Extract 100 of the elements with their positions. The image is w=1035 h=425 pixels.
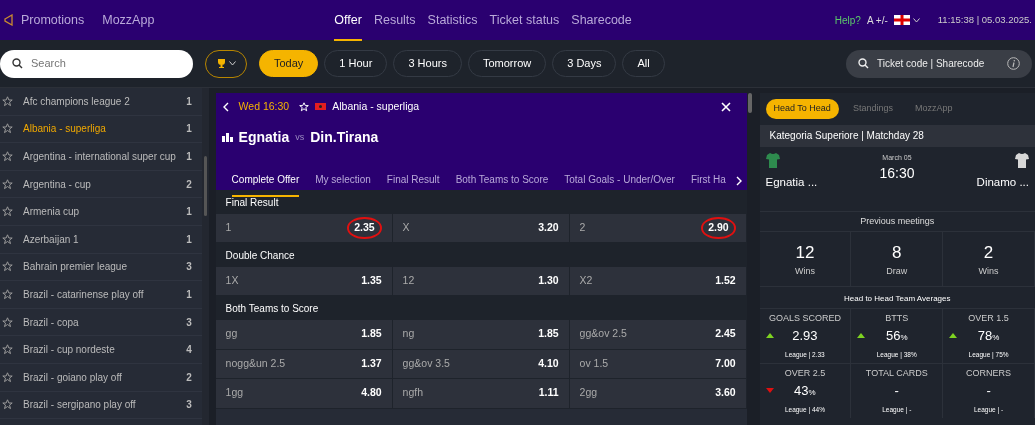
odds-button[interactable]: ngfh 1.11 — [392, 379, 570, 409]
date-time: 11:15:38 | 05.03.2025. — [937, 12, 1032, 27]
stat-title: OVER 1.5 — [968, 312, 1009, 325]
meeting-count: 8 — [892, 241, 902, 264]
kickoff-time: 16:30 — [879, 164, 915, 183]
league-item[interactable]: Brazil - sergipano play off 3 — [0, 391, 202, 420]
star-icon — [2, 261, 13, 273]
stat-title: CORNERS — [966, 367, 1012, 380]
star-icon — [2, 206, 13, 218]
stats-icon — [221, 132, 233, 142]
meeting-label: Wins — [978, 265, 999, 278]
star-icon — [299, 101, 310, 112]
odds-button[interactable]: gg&ov 3.5 4.10 — [392, 349, 570, 379]
odds-button[interactable]: nogg&un 2.5 1.37 — [215, 349, 393, 379]
league-item[interactable]: Argentina - international super cup 1 — [0, 143, 202, 171]
league-item[interactable]: Brazil - copa 3 — [0, 308, 202, 337]
ticket-code-field[interactable]: Ticket code | Sharecode — [875, 55, 995, 72]
competition-title: Kategoria Superiore | Matchday 28 — [759, 124, 1035, 147]
league-item[interactable]: Bahrain premier league 3 — [0, 253, 202, 282]
nav-tab[interactable]: Ticket status — [489, 0, 560, 42]
caret-icon — [912, 17, 920, 23]
nav-tab[interactable]: Statistics — [427, 0, 478, 42]
star-icon — [2, 316, 13, 328]
language-selector[interactable] — [893, 15, 920, 25]
odds-button[interactable]: 1gg 4.80 — [215, 379, 393, 409]
nav-tab[interactable]: Sharecode — [571, 0, 632, 42]
odds-button[interactable]: 2 2.90 — [569, 214, 747, 243]
stats-tab[interactable]: Head To Head — [765, 99, 839, 119]
vs-label: vs — [295, 130, 305, 144]
stat-value: 2.93 — [792, 326, 818, 345]
scrollbar-thumb[interactable] — [203, 156, 207, 216]
odds-button[interactable]: gg 1.85 — [215, 320, 393, 350]
stat-title: BTTS — [885, 312, 909, 325]
stat-value: 43% — [794, 381, 816, 400]
league-item[interactable]: Azerbaijan 1 1 — [0, 225, 202, 254]
flag-icon — [893, 15, 910, 25]
team-name: Dinamo ... — [976, 174, 1029, 190]
close-icon — [720, 101, 731, 112]
odds-button[interactable]: ng 1.85 — [392, 320, 570, 350]
jersey-icon — [765, 152, 780, 168]
stats-tab[interactable]: MozzApp — [906, 99, 961, 119]
meeting-label: Draw — [886, 265, 908, 278]
meeting-count: 12 — [795, 241, 815, 264]
star-icon — [2, 288, 13, 300]
away-team: Din.Tirana — [310, 127, 379, 147]
star-icon — [2, 344, 13, 356]
section-title: Head to Head Team Averages — [759, 286, 1035, 308]
star-icon — [2, 151, 13, 162]
star-icon — [2, 178, 13, 190]
section-title: Double Chance — [215, 243, 747, 267]
stat-value: 78% — [977, 326, 1000, 345]
league-name: Albania - superliga — [332, 99, 420, 114]
section-title: Final Result — [215, 190, 747, 214]
odds-button[interactable]: 1X 1.35 — [215, 267, 393, 296]
section-title: Previous meetings — [859, 214, 936, 228]
league-item[interactable]: Armenia cup 1 — [0, 198, 202, 226]
stat-value: - — [986, 381, 991, 400]
scrollbar-thumb[interactable] — [747, 93, 752, 113]
home-team: Egnatia — [238, 127, 290, 147]
back-icon — [221, 101, 230, 112]
stat-title: TOTAL CARDS — [865, 367, 928, 380]
star-icon — [2, 95, 13, 107]
odds-button[interactable]: ov 1.5 7.00 — [569, 349, 747, 379]
league-item[interactable]: Brazil - cup nordeste 4 — [0, 336, 202, 364]
stat-value: 56% — [885, 326, 908, 345]
league-item[interactable]: Brazil - catarinense play off 1 — [0, 281, 202, 309]
stat-title: OVER 2.5 — [784, 367, 826, 380]
info-icon — [1007, 57, 1020, 70]
trophy-icon — [216, 59, 226, 68]
section-title: Both Teams to Score — [215, 296, 747, 320]
jersey-icon — [1015, 152, 1029, 168]
odds-button[interactable]: 2gg 3.60 — [569, 379, 747, 409]
team-name: Egnatia ... — [765, 174, 818, 190]
star-icon — [2, 123, 13, 135]
league-item[interactable]: Afc champions league 2 1 — [0, 88, 202, 116]
search-field[interactable]: Search — [29, 54, 169, 73]
meeting-label: Wins — [794, 265, 815, 278]
odds-button[interactable]: X 3.20 — [392, 214, 570, 243]
league-item[interactable]: Albania - superliga 1 — [0, 115, 202, 144]
odds-button[interactable]: 1 2.35 — [215, 214, 393, 243]
stats-tab[interactable]: Standings — [844, 99, 901, 119]
odds-button[interactable]: gg&ov 2.5 2.45 — [569, 320, 747, 350]
nav-link[interactable]: MozzApp — [102, 0, 155, 42]
search-icon — [12, 58, 23, 69]
nav-tab[interactable]: Results — [373, 0, 416, 42]
font-size-control[interactable]: A +/- — [866, 12, 888, 28]
star-icon — [2, 371, 13, 383]
star-icon — [2, 399, 13, 411]
odds-button[interactable]: X2 1.52 — [569, 267, 747, 296]
period-filter[interactable]: Today — [259, 50, 319, 77]
meeting-count: 2 — [983, 241, 994, 264]
league-item[interactable]: Brazil - goiano play off 2 — [0, 363, 202, 392]
nav-link[interactable]: Promotions — [21, 0, 85, 42]
match-time: Wed 16:30 — [238, 99, 290, 114]
odds-button[interactable]: 12 1.30 — [392, 267, 570, 296]
help-link[interactable]: Help? — [834, 12, 861, 28]
ticket-code-field[interactable]: Ticket code | Sharecode — [846, 49, 1032, 78]
search-field[interactable]: Search — [0, 49, 193, 78]
league-item[interactable]: Argentina - cup 2 — [0, 170, 202, 199]
stat-value: - — [894, 381, 899, 400]
